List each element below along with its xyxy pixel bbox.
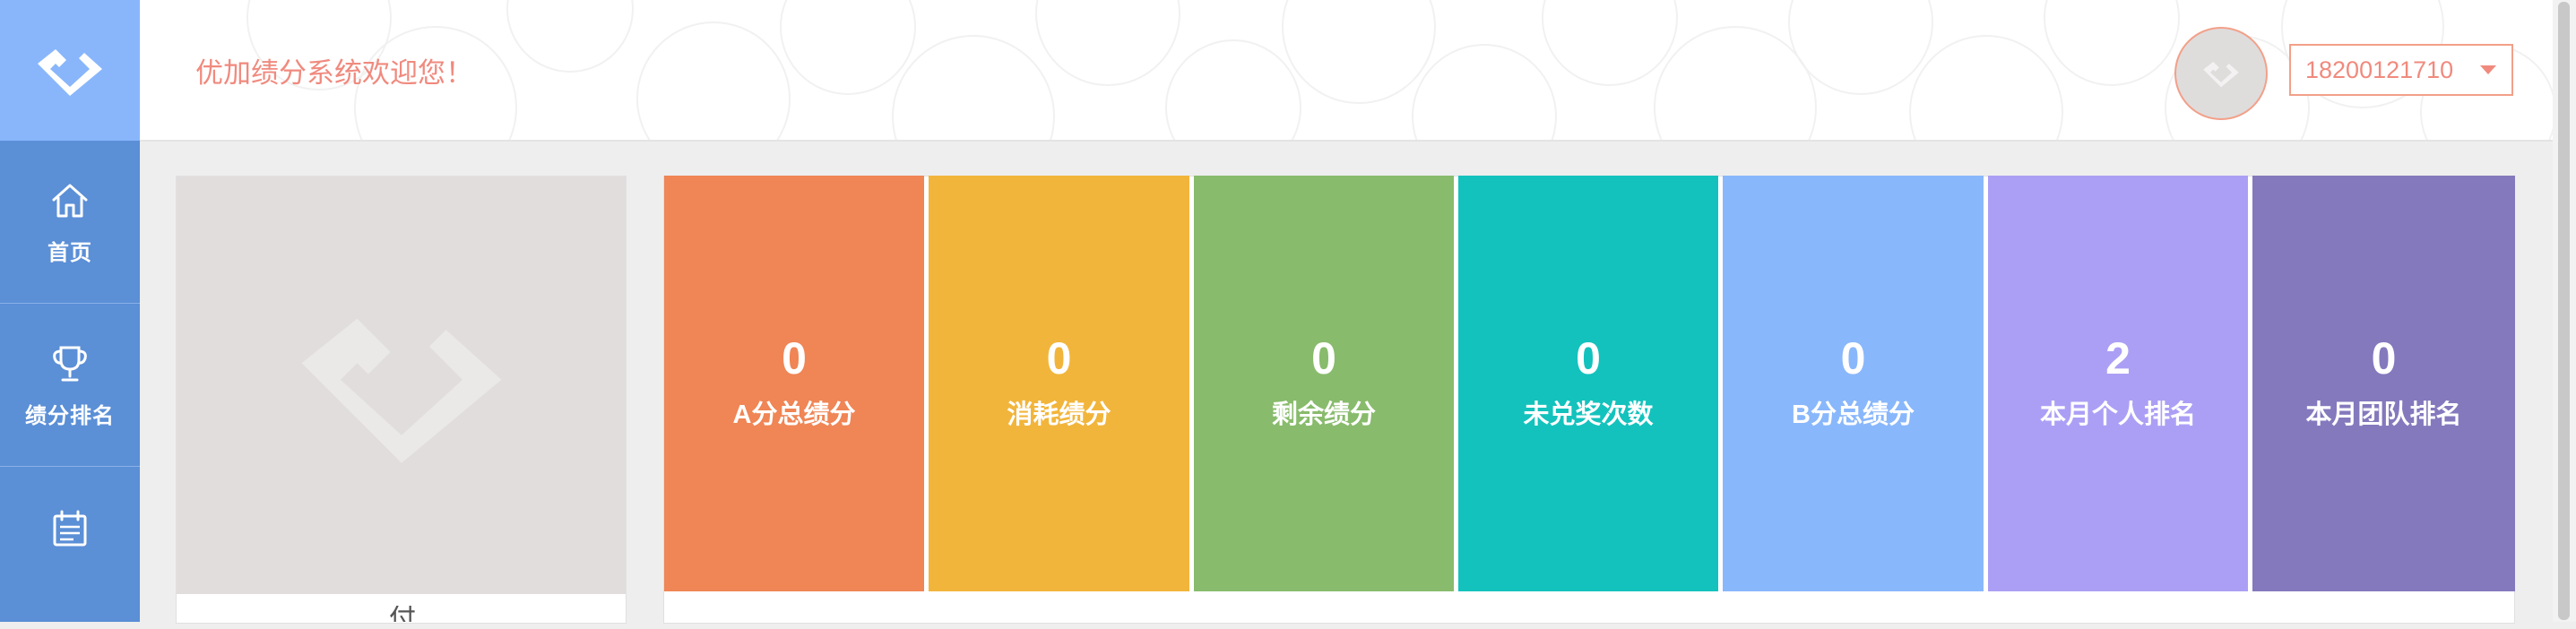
profile-photo[interactable]: [177, 177, 626, 594]
stat-tile-unredeemed[interactable]: 0 未兑奖次数: [1458, 176, 1718, 591]
home-icon: [52, 184, 88, 218]
stat-label: 剩余绩分: [1271, 401, 1376, 429]
user-account-value: 18200121710: [2305, 56, 2454, 83]
stat-value: 0: [782, 333, 807, 383]
stat-label: 消耗绩分: [1007, 401, 1111, 429]
photo-placeholder-icon: [301, 318, 501, 463]
user-account-dropdown[interactable]: 18200121710: [2289, 44, 2513, 96]
stat-tile-b-total[interactable]: 0 B分总绩分: [1723, 176, 1984, 591]
welcome-message: 优加绩分系统欢迎您！: [195, 57, 473, 89]
stat-tile-team-rank[interactable]: 0 本月团队排名: [2252, 176, 2515, 591]
sidebar-item-label: 绩分排名: [25, 404, 115, 428]
profile-name: 付: [389, 606, 416, 622]
stat-value: 2: [2105, 333, 2131, 383]
sidebar-item-ranking[interactable]: 绩分排名: [0, 304, 140, 467]
caret-down-icon: [2480, 65, 2496, 74]
stat-label: 本月团队排名: [2305, 401, 2462, 429]
stat-tile-a-total[interactable]: 0 A分总绩分: [664, 176, 924, 591]
stat-value: 0: [2371, 333, 2397, 383]
avatar[interactable]: [2174, 27, 2268, 120]
trophy-icon: [53, 346, 87, 382]
stat-label: 未兑奖次数: [1523, 401, 1654, 429]
stat-label: 本月个人排名: [2039, 401, 2196, 429]
sidebar-item-label: 首页: [48, 241, 92, 265]
calendar-icon: [53, 510, 87, 546]
scrollbar-thumb[interactable]: [2558, 2, 2570, 620]
page-scrollbar[interactable]: [2553, 0, 2576, 622]
sidebar-item-home[interactable]: 首页: [0, 141, 140, 304]
avatar-placeholder-icon: [2203, 61, 2239, 88]
header: 优加绩分系统欢迎您！ 18200121710: [140, 0, 2553, 142]
stat-value: 0: [1311, 333, 1336, 383]
stat-tile-consumed[interactable]: 0 消耗绩分: [929, 176, 1189, 591]
stat-label: B分总绩分: [1792, 401, 1915, 429]
sidebar-item-calendar[interactable]: [0, 467, 140, 629]
logo-icon: [38, 48, 102, 96]
stat-tile-personal-rank[interactable]: 2 本月个人排名: [1988, 176, 2248, 591]
profile-card: [176, 176, 627, 624]
stat-value: 0: [1840, 333, 1866, 383]
stat-label: A分总绩分: [732, 401, 856, 429]
sidebar: 首页 绩分排名: [0, 0, 140, 622]
stat-value: 0: [1576, 333, 1601, 383]
logo[interactable]: [0, 0, 140, 141]
stat-value: 0: [1046, 333, 1072, 383]
stat-tile-remaining[interactable]: 0 剩余绩分: [1194, 176, 1454, 591]
